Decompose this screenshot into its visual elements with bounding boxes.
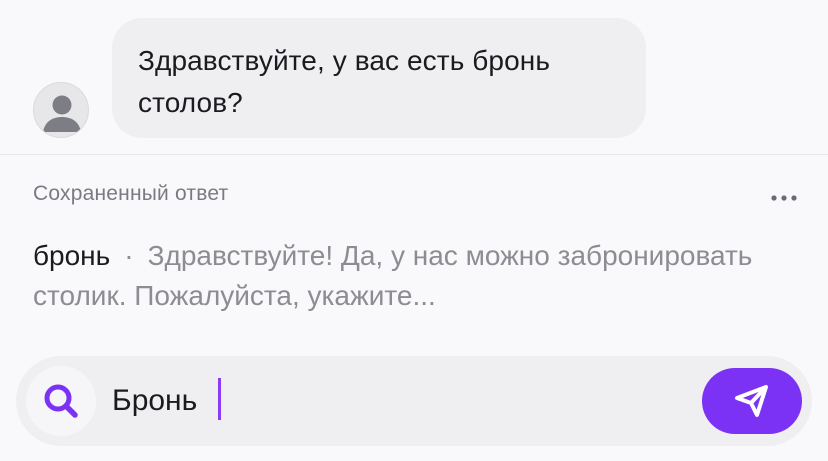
composer-bar — [16, 356, 812, 446]
saved-reply-preview: Здравствуйте! Да, у нас можно заброниров… — [33, 240, 753, 311]
text-caret — [218, 378, 221, 420]
search-icon — [44, 384, 78, 418]
message-input[interactable] — [106, 378, 696, 424]
chat-screen: Здравствуйте, у вас есть бронь столов? С… — [0, 0, 828, 461]
incoming-message-bubble: Здравствуйте, у вас есть бронь столов? — [112, 18, 646, 138]
search-button[interactable] — [26, 366, 96, 436]
saved-reply-item[interactable]: бронь · Здравствуйте! Да, у нас можно забр… — [33, 236, 773, 316]
saved-reply-section-title: Сохраненный ответ — [33, 182, 229, 205]
user-avatar[interactable] — [33, 82, 89, 138]
incoming-message-row: Здравствуйте, у вас есть бронь столов? — [0, 0, 828, 154]
divider — [0, 154, 828, 155]
send-icon — [735, 385, 768, 417]
saved-reply-keyword: бронь — [33, 240, 111, 271]
more-horizontal-icon[interactable] — [768, 188, 802, 208]
send-button[interactable] — [702, 368, 802, 434]
saved-reply-separator: · — [124, 240, 134, 271]
user-avatar-icon — [43, 95, 81, 132]
